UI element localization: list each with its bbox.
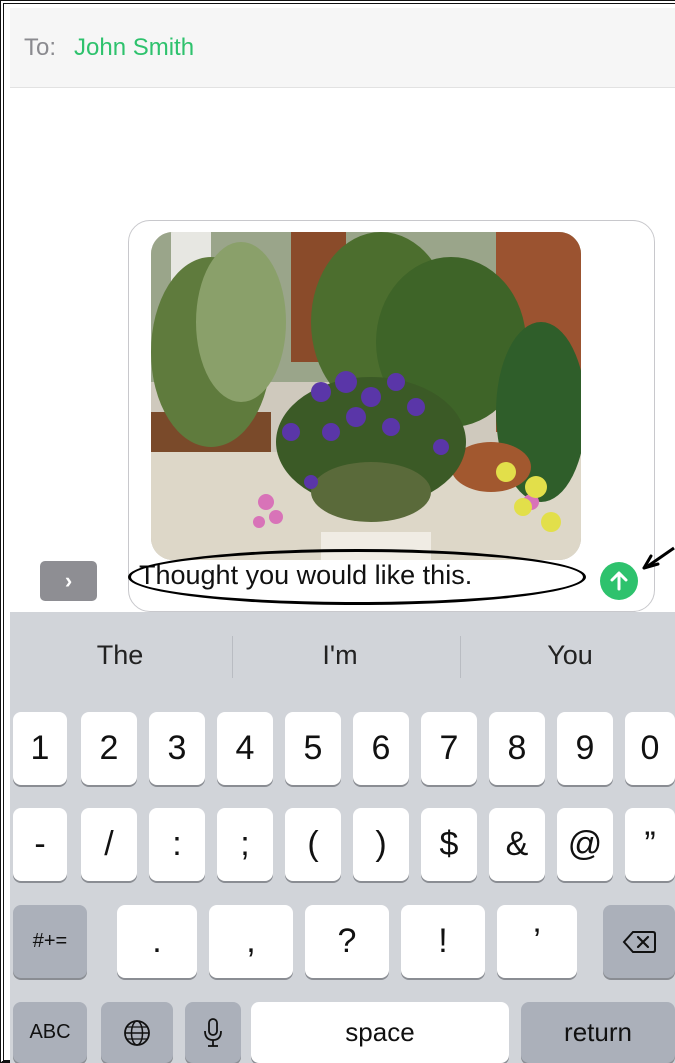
key-apostrophe[interactable]: ’ [497,905,577,978]
to-label: To: [24,34,57,61]
key-7[interactable]: 7 [421,712,477,785]
recipient-name[interactable]: John Smith [74,34,194,62]
key-dollar[interactable]: $ [421,808,477,881]
key-3[interactable]: 3 [149,712,205,785]
send-button[interactable] [600,562,638,600]
suggestion-2[interactable]: I'm [240,640,440,671]
abc-key[interactable]: ABC [13,1002,87,1063]
key-close-paren[interactable]: ) [353,808,409,881]
recipient-bar[interactable]: To: John Smith [10,8,675,88]
key-ampersand[interactable]: & [489,808,545,881]
key-1[interactable]: 1 [13,712,67,785]
delete-key[interactable] [603,905,675,978]
symbols-toggle-key[interactable]: #+= [13,905,87,978]
backspace-icon [622,930,656,953]
return-key[interactable]: return [521,1002,675,1063]
globe-icon [124,1019,150,1046]
key-open-paren[interactable]: ( [285,808,341,881]
key-question[interactable]: ? [305,905,389,978]
globe-key[interactable] [101,1002,173,1063]
suggestion-divider [460,636,461,678]
key-exclamation[interactable]: ! [401,905,485,978]
attached-photo[interactable] [151,232,581,560]
key-slash[interactable]: / [81,808,137,881]
key-hyphen[interactable]: - [13,808,67,881]
keyboard: The I'm You 1 2 3 4 5 6 7 8 9 0 - / : ; … [10,612,675,1063]
key-quote[interactable]: ” [625,808,675,881]
key-colon[interactable]: : [149,808,205,881]
key-5[interactable]: 5 [285,712,341,785]
annotation-arrow [642,546,675,570]
key-2[interactable]: 2 [81,712,137,785]
key-6[interactable]: 6 [353,712,409,785]
arrow-up-icon [610,571,628,591]
suggestion-1[interactable]: The [20,640,220,671]
microphone-icon [204,1017,222,1047]
key-at[interactable]: @ [557,808,613,881]
key-8[interactable]: 8 [489,712,545,785]
key-0[interactable]: 0 [625,712,675,785]
space-key[interactable]: space [251,1002,509,1063]
suggestion-3[interactable]: You [470,640,670,671]
key-semicolon[interactable]: ; [217,808,273,881]
chevron-right-icon: › [64,568,73,593]
suggestion-bar: The I'm You [10,612,675,702]
annotation-ellipse [128,549,586,605]
key-9[interactable]: 9 [557,712,613,785]
key-4[interactable]: 4 [217,712,273,785]
suggestion-divider [232,636,233,678]
microphone-key[interactable] [185,1002,241,1063]
key-period[interactable]: . [117,905,197,978]
expand-apps-button[interactable]: › [40,561,97,601]
key-comma[interactable]: , [209,905,293,978]
